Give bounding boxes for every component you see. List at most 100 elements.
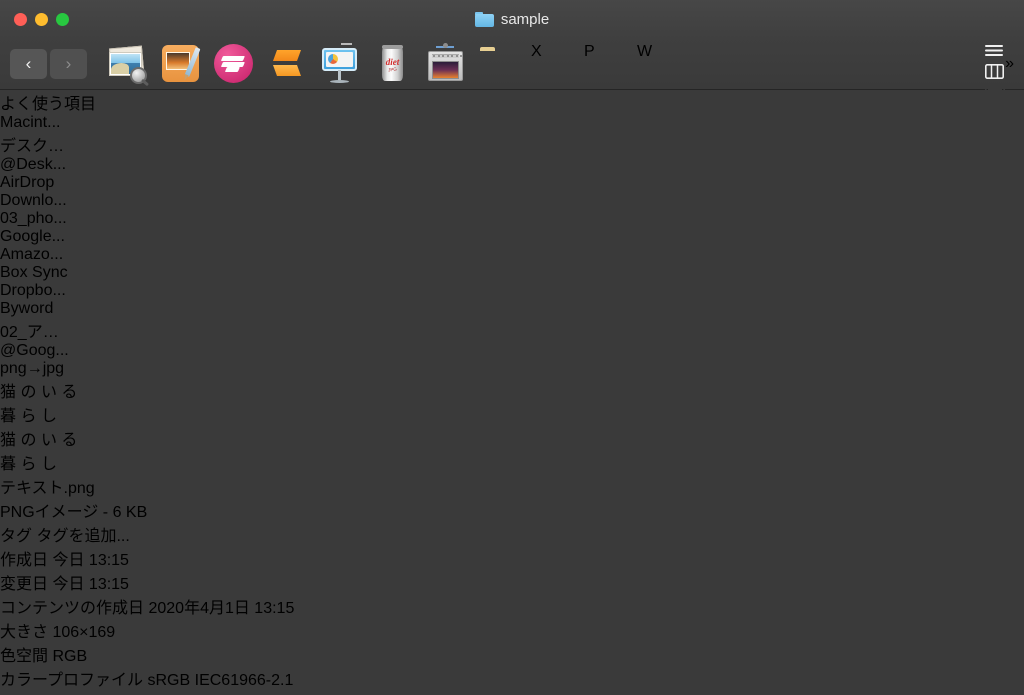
- excel-glyph: X: [531, 43, 542, 60]
- sidebar-item-byword[interactable]: Byword: [0, 300, 1024, 318]
- sidebar-header: よく使う項目: [0, 96, 97, 113]
- preview-char: の: [20, 384, 37, 401]
- word-app-icon[interactable]: W: [637, 43, 678, 84]
- metadata-key: 変更日: [0, 576, 49, 593]
- preview-column-1: 猫 の い る: [0, 378, 1024, 402]
- metadata-row-colorspace: 色空間 RGB: [0, 642, 1024, 666]
- thumbnail-text-image[interactable]: 猫 の い る 暮 ら し: [0, 426, 1024, 474]
- toolbar-overflow-button[interactable]: »: [1005, 55, 1014, 73]
- metadata-key: カラープロファイル: [0, 672, 144, 689]
- sidebar-item-desktop[interactable]: デスク…: [0, 132, 1024, 156]
- metadata-value: 今日 13:15: [52, 576, 129, 593]
- powerpoint-app-icon[interactable]: P: [584, 43, 625, 84]
- preview-char: 猫: [0, 384, 17, 401]
- thumb-char: い: [40, 432, 57, 449]
- preview-column-2: 暮 ら し: [0, 402, 1024, 426]
- toolbar: ‹ › diet JPG X P W »: [0, 24, 1024, 100]
- dietjpg-app-icon[interactable]: diet JPG: [372, 43, 413, 84]
- sidebar-item-label: Byword: [0, 300, 54, 317]
- file-kind-size: PNGイメージ - 6 KB: [0, 504, 148, 521]
- metadata-key: 大きさ: [0, 624, 49, 641]
- office-folder-icon[interactable]: [478, 43, 519, 84]
- sidebar: よく使う項目 Macint... デスク… @Desk... AirDrop D…: [0, 90, 1024, 378]
- preview-app-icon[interactable]: [107, 43, 148, 84]
- sidebar-item-label: Google...: [0, 228, 65, 245]
- back-button[interactable]: ‹: [10, 48, 47, 79]
- metadata-row-tags[interactable]: タグ タグを追加...: [0, 522, 1024, 546]
- sidebar-item-label: @Goog...: [0, 342, 69, 359]
- window-title-text: sample: [500, 10, 550, 28]
- sidebar-item-02-archive[interactable]: 02_ア…: [0, 318, 1024, 342]
- sidebar-item-amazon[interactable]: Amazo...: [0, 246, 1024, 264]
- sidebar-item-label: Dropbo...: [0, 282, 66, 299]
- sublime-text-app-icon[interactable]: [266, 43, 307, 84]
- sidebar-item-label: デスク…: [0, 138, 65, 155]
- sidebar-item-label: Amazo...: [0, 246, 64, 263]
- sidebar-item-png-to-jpg[interactable]: png→jpg: [0, 360, 1024, 378]
- powerpoint-glyph: P: [584, 43, 595, 60]
- maximize-button[interactable]: [56, 12, 69, 26]
- metadata-row-dimensions: 大きさ 106×169: [0, 618, 1024, 642]
- sidebar-item-downloads[interactable]: Downlo...: [0, 192, 1024, 210]
- imageoptim-app-icon[interactable]: [425, 43, 466, 84]
- sidebar-item-at-google[interactable]: @Goog...: [0, 342, 1024, 360]
- window-title: sample: [0, 0, 1024, 38]
- thumb-column-1: 猫 の い る: [0, 426, 1024, 450]
- preview-char: ら: [20, 408, 37, 425]
- thumb-char: 猫: [0, 432, 17, 449]
- preview-char: 暮: [0, 408, 17, 425]
- sidebar-item-box-sync[interactable]: Box Sync: [0, 264, 1024, 282]
- minimize-button[interactable]: [35, 12, 48, 26]
- traffic-lights: [0, 12, 69, 26]
- window-body: よく使う項目 Macint... デスク… @Desk... AirDrop D…: [0, 90, 1024, 695]
- column-view-button[interactable]: [985, 64, 1005, 84]
- metadata-key: コンテンツの作成日: [0, 600, 145, 617]
- preview-artwork: 猫 の い る 暮 ら し: [0, 378, 1024, 426]
- sidebar-item-label: AirDrop: [0, 174, 55, 191]
- sidebar-item-label: 02_ア…: [0, 324, 59, 341]
- thumb-char: の: [20, 432, 37, 449]
- sidebar-item-dropbox[interactable]: Dropbo...: [0, 282, 1024, 300]
- sidebar-item-label: Box Sync: [0, 264, 68, 281]
- folder-icon: [474, 11, 494, 27]
- preview-char: る: [61, 384, 78, 401]
- sidebar-item-label: Downlo...: [0, 192, 67, 209]
- list-view-button[interactable]: [985, 44, 1005, 64]
- finder-window: sample ‹ › diet JPG X P W » よく使う項目 Macin…: [0, 0, 1024, 695]
- sidebar-item-03-photo[interactable]: 03_pho...: [0, 210, 1024, 228]
- close-button[interactable]: [14, 12, 27, 26]
- title-bar: sample: [0, 0, 1024, 38]
- pixelmator-app-icon[interactable]: [160, 43, 201, 84]
- thumb-char: る: [61, 432, 78, 449]
- thumb-column-2: 暮 ら し: [0, 450, 1024, 474]
- metadata-row-modified: 変更日 今日 13:15: [0, 570, 1024, 594]
- sidebar-item-label: 03_pho...: [0, 210, 67, 227]
- metadata-row-content-created: コンテンツの作成日 2020年4月1日 13:15: [0, 594, 1024, 618]
- sidebar-item-google-drive[interactable]: Google...: [0, 228, 1024, 246]
- preview-image: 猫 の い る 暮 ら し: [0, 378, 1024, 426]
- forward-button[interactable]: ›: [50, 48, 87, 79]
- pink-app-icon[interactable]: [213, 43, 254, 84]
- metadata-key: タグ: [0, 528, 33, 545]
- metadata-value: 106×169: [52, 624, 116, 641]
- metadata-value: 2020年4月1日 13:15: [148, 600, 295, 617]
- word-glyph: W: [637, 43, 653, 60]
- thumb-char: 暮: [0, 456, 17, 473]
- metadata-key: 作成日: [0, 552, 49, 569]
- thumb-char: ら: [20, 456, 37, 473]
- navigation-buttons: ‹ ›: [10, 48, 87, 79]
- thumbnail-filmstrip: 猫 の い る 暮 ら し: [0, 426, 1024, 474]
- keynote-app-icon[interactable]: [319, 43, 360, 84]
- info-panel: テキスト.png PNGイメージ - 6 KB タグ タグを追加... 作成日 …: [0, 474, 1024, 695]
- metadata-value[interactable]: タグを追加...: [36, 528, 129, 545]
- metadata-value: 今日 13:15: [52, 552, 129, 569]
- metadata-row-colorprofile: カラープロファイル sRGB IEC61966-2.1: [0, 666, 1024, 690]
- sidebar-item-airdrop[interactable]: AirDrop: [0, 174, 1024, 192]
- sidebar-item-label: Macint...: [0, 114, 61, 131]
- sidebar-item-at-desktop[interactable]: @Desk...: [0, 156, 1024, 174]
- preview-char: い: [40, 384, 57, 401]
- sidebar-item-macintosh-hd[interactable]: Macint...: [0, 114, 1024, 132]
- sidebar-item-label: @Desk...: [0, 156, 67, 173]
- rotate-counterclockwise-button[interactable]: 反時計回りに 回転: [0, 690, 1024, 695]
- excel-app-icon[interactable]: X: [531, 43, 572, 84]
